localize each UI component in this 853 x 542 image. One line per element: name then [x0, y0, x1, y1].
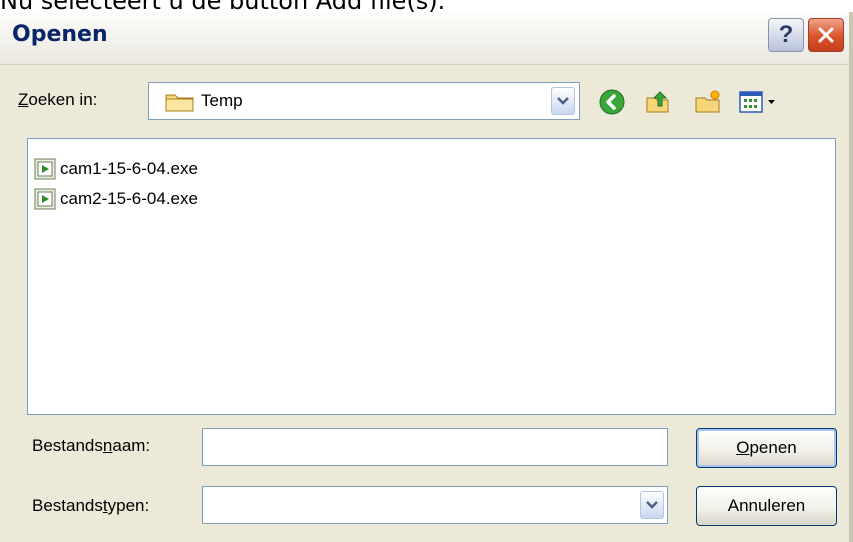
file-name: cam1-15-6-04.exe	[60, 159, 198, 178]
lookin-dropdown-button[interactable]	[551, 87, 575, 115]
filetype-dropdown[interactable]	[202, 486, 668, 524]
folder-icon	[165, 94, 194, 112]
chevron-down-icon	[557, 97, 569, 105]
file-name: cam2-15-6-04.exe	[60, 189, 198, 208]
close-button[interactable]	[808, 18, 844, 52]
filename-input[interactable]	[202, 428, 668, 466]
executable-icon	[34, 158, 56, 180]
file-list[interactable]: cam1-15-6-04.exe cam2-15-6-04.exe	[27, 138, 836, 415]
filename-label: Bestandsnaam:	[32, 436, 151, 455]
cancel-button[interactable]: Annuleren	[696, 486, 837, 526]
help-button[interactable]: ?	[768, 18, 804, 52]
lookin-label: Zoeken in:	[18, 90, 98, 109]
dialog-title: Openen	[12, 22, 108, 47]
close-icon	[818, 27, 834, 43]
back-button[interactable]	[598, 88, 626, 116]
up-folder-icon	[646, 91, 669, 113]
new-folder-button[interactable]	[694, 88, 722, 116]
views-menu-button[interactable]	[738, 88, 782, 116]
executable-icon	[34, 188, 56, 210]
file-item[interactable]: cam2-15-6-04.exe	[34, 187, 198, 211]
help-icon: ?	[778, 21, 794, 48]
file-item[interactable]: cam1-15-6-04.exe	[34, 157, 198, 181]
open-button[interactable]: Openen	[696, 428, 837, 468]
filetype-dropdown-button[interactable]	[640, 491, 664, 519]
title-bar[interactable]: Openen ?	[0, 12, 849, 65]
lookin-value: Temp	[201, 91, 243, 110]
new-folder-icon	[695, 90, 720, 113]
up-one-level-button[interactable]	[644, 88, 672, 116]
chevron-down-icon	[646, 501, 658, 509]
lookin-dropdown[interactable]: Temp	[148, 82, 580, 120]
back-icon	[599, 89, 625, 115]
open-dialog: Openen ? Zoeken in: Temp cam1-15-6-04.ex…	[0, 12, 853, 542]
filetype-label: Bestandstypen:	[32, 496, 150, 515]
views-menu-icon	[739, 91, 775, 113]
